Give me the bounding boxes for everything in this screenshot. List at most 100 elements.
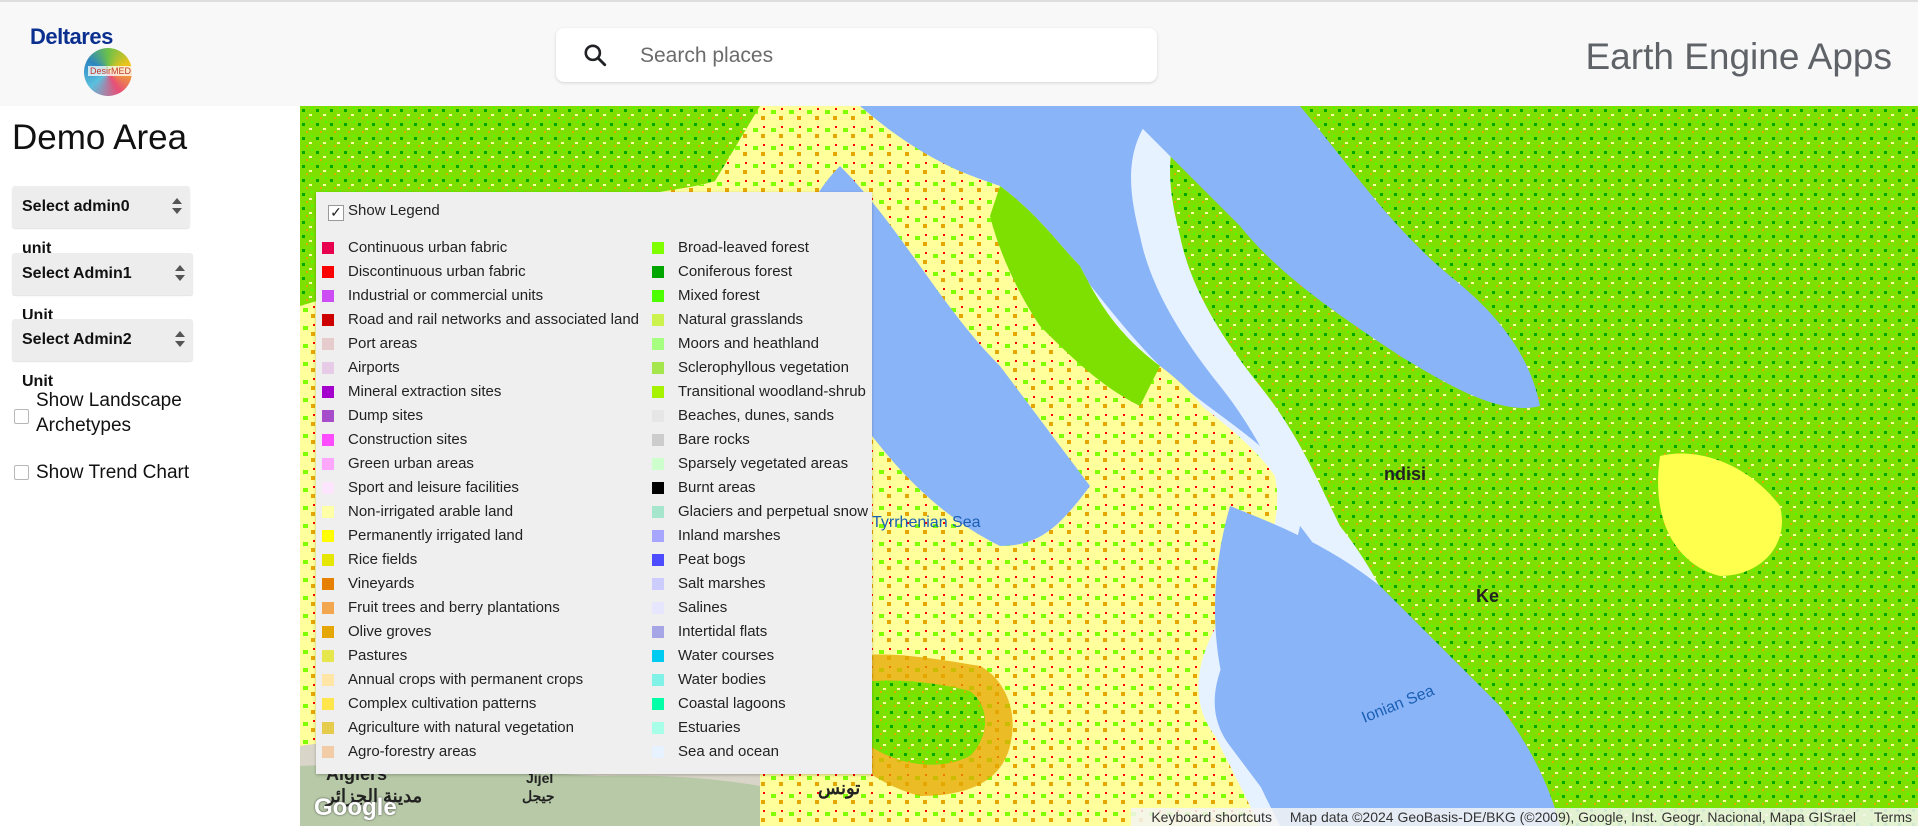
landscape-archetypes-checkbox[interactable]: [14, 409, 29, 424]
legend-label: Mineral extraction sites: [348, 383, 502, 400]
legend-item: Pastures: [316, 648, 644, 672]
keyboard-shortcuts-link[interactable]: Keyboard shortcuts: [1151, 809, 1272, 825]
legend-panel: ✓ Show Legend Continuous urban fabric Disc…: [316, 192, 872, 774]
legend-item: Natural grasslands: [646, 312, 872, 336]
legend-swatch: [322, 746, 334, 758]
legend-label: Road and rail networks and associated la…: [348, 311, 640, 328]
legend-item: Continuous urban fabric: [316, 240, 644, 264]
legend-item: Sea and ocean: [646, 744, 872, 768]
legend-swatch: [652, 626, 664, 638]
legend-label: Annual crops with permanent crops: [348, 671, 584, 688]
legend-label: Port areas: [348, 335, 418, 352]
legend-label: Salines: [678, 599, 728, 616]
legend-item: Moors and heathland: [646, 336, 872, 360]
legend-item: Industrial or commercial units: [316, 288, 644, 312]
legend-swatch: [322, 458, 334, 470]
legend-item: Inland marshes: [646, 528, 872, 552]
legend-item: Discontinuous urban fabric: [316, 264, 644, 288]
legend-swatch: [652, 314, 664, 326]
legend-swatch: [652, 458, 664, 470]
legend-swatch: [652, 482, 664, 494]
legend-swatch: [652, 698, 664, 710]
legend-item: Salt marshes: [646, 576, 872, 600]
admin1-select[interactable]: Select Admin1 Unit: [12, 253, 193, 324]
legend-item: Vineyards: [316, 576, 644, 600]
landscape-archetypes-checkbox-row[interactable]: Show Landscape Archetypes: [12, 388, 252, 440]
admin2-select[interactable]: Select Admin2 Unit: [12, 319, 193, 390]
admin0-select[interactable]: Select admin0 unit: [12, 186, 190, 257]
terms-link[interactable]: Terms: [1874, 809, 1912, 825]
legend-swatch: [652, 266, 664, 278]
legend-label: Vineyards: [348, 575, 415, 592]
legend-item: Intertidal flats: [646, 624, 872, 648]
show-legend-checkbox[interactable]: ✓ Show Legend: [328, 202, 440, 221]
checkmark-icon[interactable]: ✓: [328, 205, 344, 221]
legend-item: Agriculture with natural vegetation: [316, 720, 644, 744]
kerkyra-label: Ke: [1476, 586, 1500, 606]
google-logo: Google: [314, 794, 397, 821]
search-bar[interactable]: [556, 28, 1157, 82]
legend-label: Industrial or commercial units: [348, 287, 544, 304]
legend-item: Port areas: [316, 336, 644, 360]
legend-label: Bare rocks: [678, 431, 750, 448]
legend-swatch: [652, 578, 664, 590]
legend-item: Agro-forestry areas: [316, 744, 644, 768]
legend-label: Sparsely vegetated areas: [678, 455, 849, 472]
legend-label: Mixed forest: [678, 287, 760, 304]
legend-swatch: [322, 482, 334, 494]
legend-column-left: Continuous urban fabric Discontinuous urb…: [316, 240, 644, 768]
admin0-select-label: Select admin0 unit: [22, 198, 130, 257]
legend-label: Dump sites: [348, 407, 424, 424]
search-icon[interactable]: [582, 42, 608, 68]
legend-swatch: [652, 674, 664, 686]
legend-label: Coastal lagoons: [678, 695, 786, 712]
legend-swatch: [322, 290, 334, 302]
legend-label: Beaches, dunes, sands: [678, 407, 834, 424]
legend-item: Dump sites: [316, 408, 644, 432]
select-arrows-icon: [172, 196, 182, 218]
legend-label: Agriculture with natural vegetation: [348, 719, 574, 736]
legend-swatch: [652, 290, 664, 302]
legend-swatch: [652, 602, 664, 614]
legend-swatch: [322, 674, 334, 686]
legend-swatch: [322, 434, 334, 446]
legend-swatch: [652, 554, 664, 566]
legend-item: Peat bogs: [646, 552, 872, 576]
deltares-logo: Deltares DesirMED: [30, 22, 140, 98]
legend-swatch: [322, 554, 334, 566]
legend-swatch: [652, 386, 664, 398]
legend-item: Transitional woodland-shrub: [646, 384, 872, 408]
legend-swatch: [322, 578, 334, 590]
legend-item: Coastal lagoons: [646, 696, 872, 720]
legend-item: Mixed forest: [646, 288, 872, 312]
legend-swatch: [322, 242, 334, 254]
legend-label: Agro-forestry areas: [348, 743, 477, 760]
tunis-arabic-label: تونس: [818, 778, 861, 798]
app-title[interactable]: Earth Engine Apps: [1586, 36, 1893, 78]
legend-label: Airports: [348, 359, 400, 376]
search-input[interactable]: [638, 38, 1142, 74]
logo-text: Deltares: [30, 24, 113, 49]
legend-label: Olive groves: [348, 623, 432, 640]
legend-label: Estuaries: [678, 719, 741, 736]
legend-label: Peat bogs: [678, 551, 746, 568]
trend-chart-checkbox-row[interactable]: Show Trend Chart: [12, 460, 252, 486]
legend-swatch: [652, 746, 664, 758]
legend-label: Inland marshes: [678, 527, 781, 544]
legend-swatch: [652, 722, 664, 734]
legend-item: Bare rocks: [646, 432, 872, 456]
app-header: Deltares DesirMED Earth Engine Apps: [0, 0, 1918, 106]
admin2-select-label: Select Admin2 Unit: [22, 331, 132, 390]
trend-chart-checkbox[interactable]: [14, 465, 29, 480]
legend-column-right: Broad-leaved forest Coniferous forest Mixe…: [646, 240, 872, 768]
legend-label: Non-irrigated arable land: [348, 503, 514, 520]
legend-label: Moors and heathland: [678, 335, 819, 352]
legend-label: Complex cultivation patterns: [348, 695, 537, 712]
legend-label: Natural grasslands: [678, 311, 804, 328]
legend-swatch: [652, 650, 664, 662]
legend-item: Sclerophyllous vegetation: [646, 360, 872, 384]
legend-swatch: [322, 266, 334, 278]
legend-label: Water bodies: [678, 671, 766, 688]
logo-subtext: DesirMED: [88, 66, 134, 76]
brindisi-label: ndisi: [1384, 464, 1427, 484]
